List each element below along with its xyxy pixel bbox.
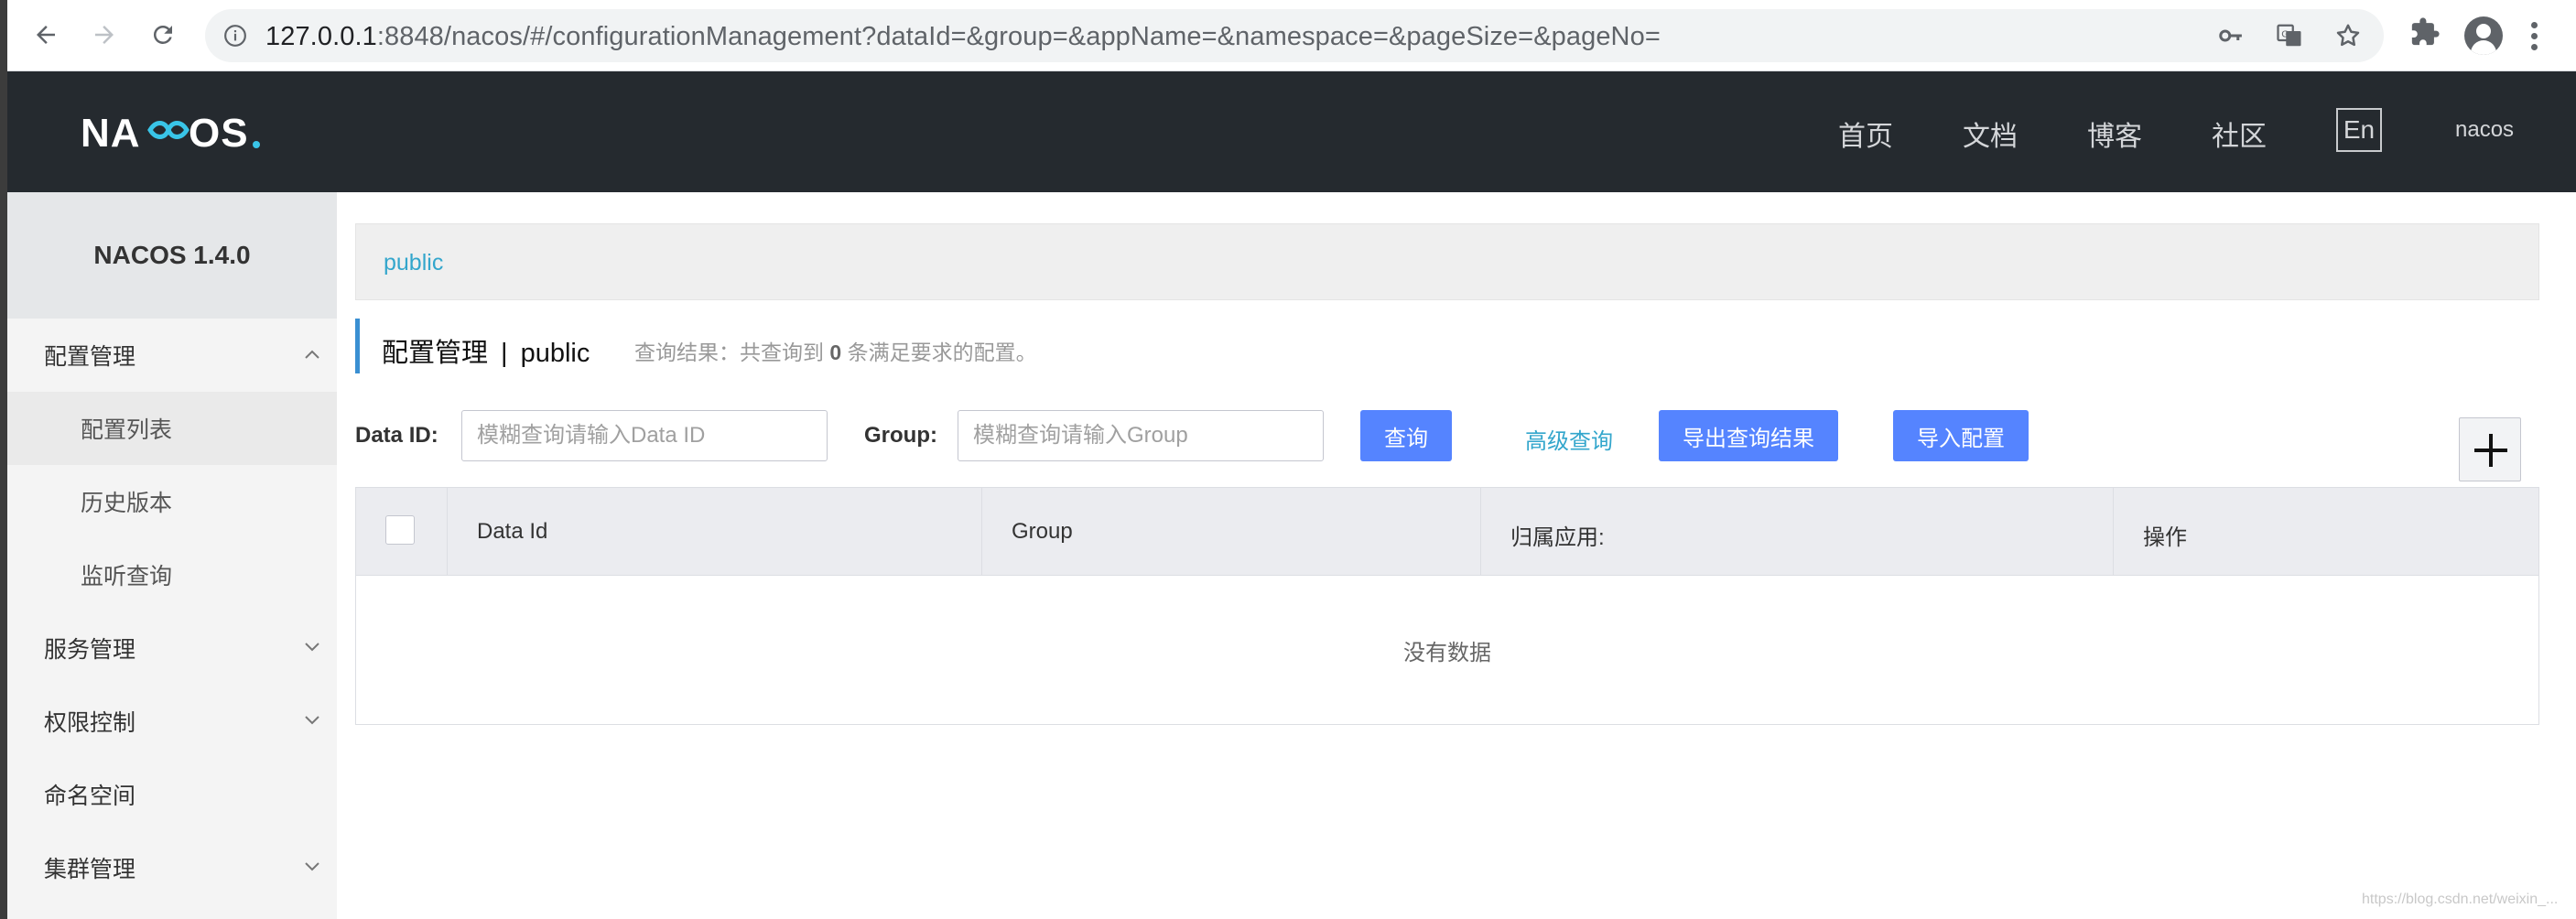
page-title-namespace: public xyxy=(520,339,590,368)
nacos-logo-mark: NA OS xyxy=(81,111,260,156)
sidebar-item-label: 监听查询 xyxy=(81,564,173,589)
reload-icon xyxy=(153,25,172,44)
nacos-logo[interactable]: NA OS xyxy=(81,108,269,156)
reload-button[interactable] xyxy=(143,15,183,55)
window-edge xyxy=(0,0,7,919)
sidebar: NACOS 1.4.0 配置管理 配置列表 历史版本 监听查询 服务管理 权限控… xyxy=(7,192,337,919)
watermark: https://blog.csdn.net/weixin_... xyxy=(2362,892,2559,907)
query-result-prefix: 查询结果：共查询到 xyxy=(634,341,824,364)
config-table: Data Id Group 归属应用: 操作 没有数据 xyxy=(355,487,2539,725)
browser-toolbar: 127.0.0.1:8848/nacos/#/configurationMana… xyxy=(0,0,2576,71)
sidebar-item-access-control[interactable]: 权限控制 xyxy=(7,685,337,758)
column-header-label: 操作 xyxy=(2143,525,2187,550)
add-config-button[interactable] xyxy=(2459,417,2521,481)
sidebar-item-listener-query[interactable]: 监听查询 xyxy=(7,538,337,611)
dataid-search-input[interactable] xyxy=(461,410,828,461)
namespace-link-public[interactable]: public xyxy=(384,250,443,276)
url-path: :8848/nacos/#/configurationManagement?da… xyxy=(376,22,1661,51)
page-title: 配置管理 | public xyxy=(382,331,590,370)
column-group: Group xyxy=(982,488,1481,576)
chevron-down-icon xyxy=(305,862,319,871)
sidebar-item-service-management[interactable]: 服务管理 xyxy=(7,611,337,685)
sidebar-item-label: 历史版本 xyxy=(81,491,173,516)
svg-text:NA: NA xyxy=(81,111,141,154)
sidebar-version-title: NACOS 1.4.0 xyxy=(7,192,337,319)
chevron-up-icon xyxy=(305,350,319,359)
query-result-summary: 查询结果：共查询到 0 条满足要求的配置。 xyxy=(634,335,1037,366)
table-header: Data Id Group 归属应用: 操作 xyxy=(356,488,2538,576)
url-text[interactable]: 127.0.0.1:8848/nacos/#/configurationMana… xyxy=(265,22,1661,52)
group-search-input[interactable] xyxy=(958,410,1324,461)
user-menu[interactable]: nacos xyxy=(2455,117,2514,143)
browser-menu-icon[interactable] xyxy=(2528,18,2539,53)
url-host: 127.0.0.1 xyxy=(265,22,377,51)
page-title-text: 配置管理 xyxy=(382,339,489,368)
arrow-left-icon xyxy=(37,26,55,44)
forward-button[interactable] xyxy=(84,15,124,55)
column-app: 归属应用: xyxy=(1481,488,2114,576)
page-title-bar: 配置管理 | public 查询结果：共查询到 0 条满足要求的配置。 xyxy=(355,319,1271,373)
export-results-button[interactable]: 导出查询结果 xyxy=(1659,410,1838,461)
svg-text:G: G xyxy=(2281,29,2289,39)
sidebar-item-label: 服务管理 xyxy=(44,637,136,663)
table-empty-message: 没有数据 xyxy=(1403,640,1491,665)
column-header-label: Group xyxy=(1012,519,1073,544)
sidebar-item-config-list[interactable]: 配置列表 xyxy=(7,392,337,465)
dataid-label: Data ID: xyxy=(355,423,438,448)
back-button[interactable] xyxy=(26,15,66,55)
sidebar-item-history[interactable]: 历史版本 xyxy=(7,465,337,538)
namespace-bar: public xyxy=(355,223,2539,300)
chevron-down-icon xyxy=(305,716,319,725)
sidebar-item-config-management[interactable]: 配置管理 xyxy=(7,319,337,392)
column-actions: 操作 xyxy=(2114,488,2538,576)
advanced-query-link[interactable]: 高级查询 xyxy=(1525,423,1613,455)
select-all-checkbox[interactable] xyxy=(385,515,415,545)
key-icon[interactable] xyxy=(2217,22,2245,49)
sidebar-item-label: 集群管理 xyxy=(44,857,136,882)
info-icon[interactable] xyxy=(223,24,247,48)
nav-community[interactable]: 社区 xyxy=(2212,114,2267,154)
column-header-label: Data Id xyxy=(477,519,548,544)
bookmark-star-icon[interactable] xyxy=(2334,22,2362,49)
sidebar-item-label: 配置管理 xyxy=(44,344,136,370)
query-result-count: 0 xyxy=(829,341,842,364)
nav-home[interactable]: 首页 xyxy=(1838,114,1893,154)
profile-avatar[interactable] xyxy=(2464,16,2503,55)
column-data-id: Data Id xyxy=(448,488,982,576)
address-bar[interactable]: 127.0.0.1:8848/nacos/#/configurationMana… xyxy=(205,9,2384,62)
import-config-button[interactable]: 导入配置 xyxy=(1893,410,2029,461)
page-title-separator: | xyxy=(501,339,508,368)
column-header-label: 归属应用: xyxy=(1510,525,1605,550)
language-toggle[interactable]: En xyxy=(2336,108,2382,152)
sidebar-item-cluster-management[interactable]: 集群管理 xyxy=(7,831,337,904)
arrow-right-icon xyxy=(95,26,114,44)
translate-icon[interactable]: G xyxy=(2276,22,2303,49)
group-label: Group: xyxy=(864,423,937,448)
nav-blog[interactable]: 博客 xyxy=(2087,114,2142,154)
sidebar-item-label: 配置列表 xyxy=(81,417,173,443)
sidebar-item-namespace[interactable]: 命名空间 xyxy=(7,758,337,831)
sidebar-item-label: 权限控制 xyxy=(44,710,136,736)
sidebar-item-label: 命名空间 xyxy=(44,784,136,809)
nav-docs[interactable]: 文档 xyxy=(1963,114,2018,154)
svg-text:OS: OS xyxy=(189,111,249,154)
chevron-down-icon xyxy=(305,643,319,652)
extensions-puzzle-icon[interactable] xyxy=(2409,16,2441,48)
app-header: NA OS 首页 文档 博客 社区 En nacos xyxy=(7,71,2576,192)
select-all-cell xyxy=(356,488,448,576)
query-button[interactable]: 查询 xyxy=(1360,410,1452,461)
query-result-suffix: 条满足要求的配置。 xyxy=(847,341,1037,364)
